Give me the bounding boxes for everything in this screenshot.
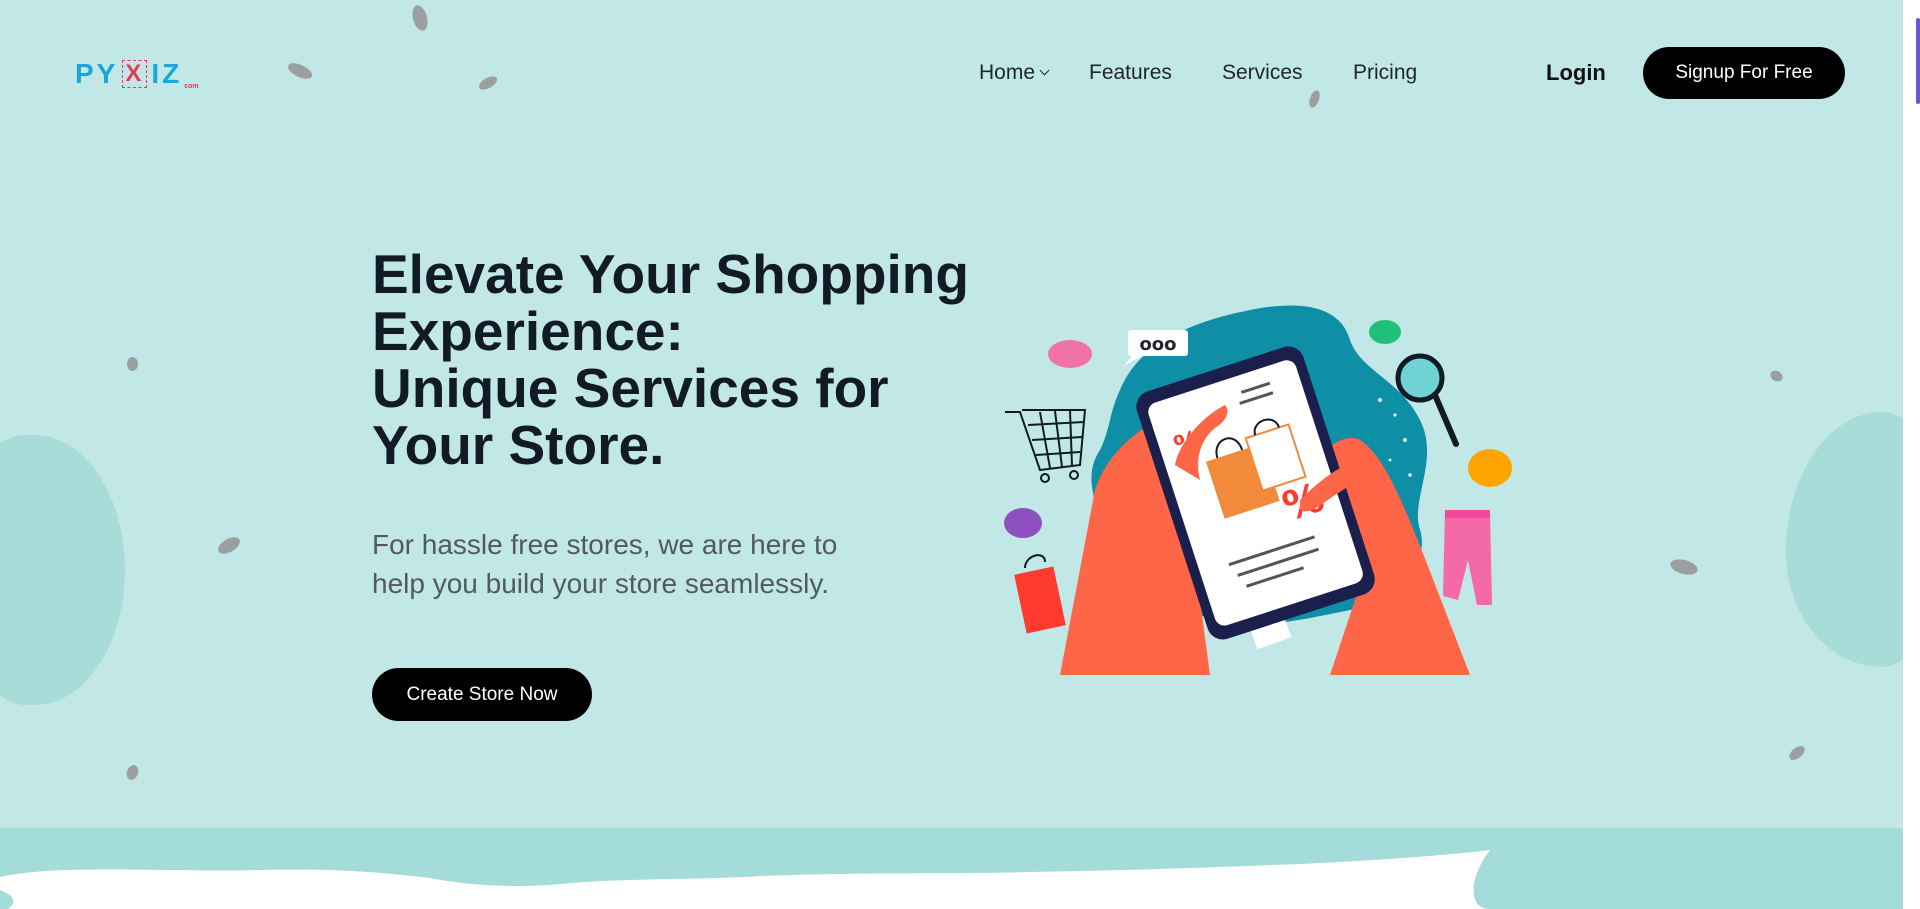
- hero-title-line: Your Store.: [372, 414, 665, 476]
- decor-dot: [215, 533, 243, 558]
- hero-title: Elevate Your Shopping Experience: Unique…: [372, 246, 992, 474]
- hero-subtitle-line: For hassle free stores, we are here to: [372, 529, 838, 560]
- cart-icon: [1005, 409, 1087, 483]
- pants-icon: [1443, 510, 1492, 605]
- decor-dot: [1786, 743, 1808, 763]
- logo-x-mark: X: [122, 60, 148, 88]
- scrollbar-thumb[interactable]: [1916, 18, 1920, 104]
- logo-text-right: IZ: [151, 58, 183, 89]
- green-blob: [1369, 320, 1401, 344]
- background-blob-right: [1786, 412, 1920, 667]
- purple-blob: [1004, 508, 1042, 538]
- signup-button-label: Signup For Free: [1675, 62, 1813, 83]
- nav-services-label: Services: [1222, 61, 1303, 84]
- shopping-illustration: ooo % %: [1004, 305, 1512, 675]
- hero-title-line: Elevate Your Shopping: [372, 243, 969, 305]
- logo[interactable]: PY X IZ com: [75, 58, 199, 90]
- scrollbar-track[interactable]: [1903, 0, 1920, 909]
- hero-title-line: Unique Services for: [372, 357, 889, 419]
- nav-home-label: Home: [979, 61, 1036, 84]
- speech-bubble-dots: ooo: [1139, 334, 1176, 355]
- nav-home[interactable]: Home: [979, 60, 1050, 86]
- pink-blob: [1048, 340, 1092, 368]
- orange-blob: [1468, 449, 1512, 487]
- signup-button[interactable]: Signup For Free: [1643, 47, 1845, 99]
- decor-dot: [1668, 556, 1700, 578]
- chevron-down-icon: [1039, 65, 1050, 76]
- decor-dot: [285, 60, 315, 82]
- decor-dot: [127, 357, 138, 371]
- bottom-white-wave: [0, 850, 1490, 909]
- decor-dot: [1768, 368, 1785, 384]
- logo-text-left: PY: [75, 58, 119, 89]
- nav-pricing[interactable]: Pricing: [1353, 60, 1417, 86]
- create-store-button-label: Create Store Now: [406, 683, 558, 705]
- nav-features[interactable]: Features: [1089, 60, 1172, 86]
- logo-suffix: com: [184, 83, 199, 90]
- hero-subtitle: For hassle free stores, we are here to h…: [372, 525, 932, 603]
- nav-services[interactable]: Services: [1222, 60, 1303, 86]
- decor-dot: [1307, 89, 1322, 109]
- hero-subtitle-line: help you build your store seamlessly.: [372, 568, 830, 599]
- login-link[interactable]: Login: [1546, 60, 1606, 86]
- hero-title-line: Experience:: [372, 300, 684, 362]
- create-store-button[interactable]: Create Store Now: [372, 668, 592, 721]
- shopping-bag-icon: [1014, 554, 1066, 634]
- background-blob-left: [0, 435, 125, 705]
- nav-pricing-label: Pricing: [1353, 61, 1418, 84]
- decor-dot: [476, 73, 500, 93]
- nav-features-label: Features: [1089, 61, 1172, 84]
- decor-dot: [409, 3, 431, 33]
- decor-dot: [124, 763, 141, 782]
